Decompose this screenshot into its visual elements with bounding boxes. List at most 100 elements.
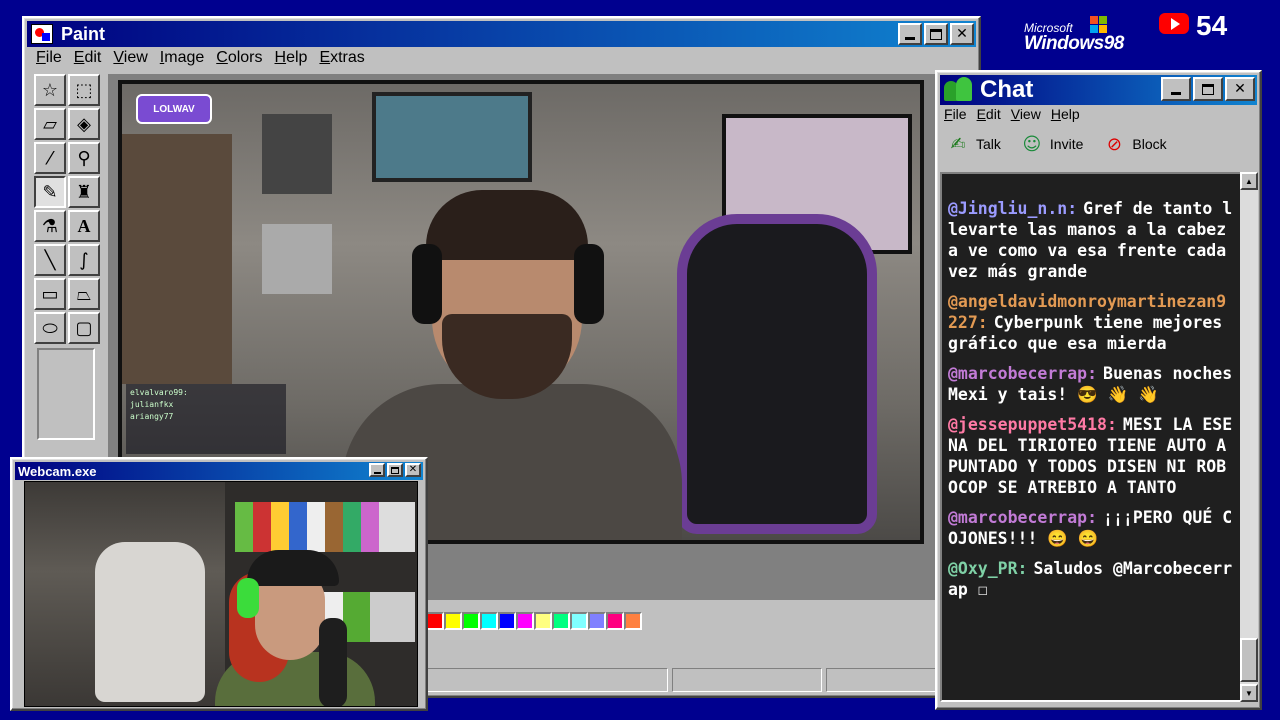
windows98-label: Windows98 [1024, 33, 1124, 54]
invite-button[interactable]: ☺ Invite [1019, 132, 1084, 156]
airbrush-icon[interactable]: ⚗ [34, 210, 66, 242]
menu-view[interactable]: View [107, 49, 153, 67]
chat-message: @Oxy_PR: Saludos @Marcobecerrap ☐ [948, 558, 1234, 600]
scroll-up-button[interactable]: ▲ [1240, 172, 1258, 190]
free-select-icon[interactable]: ☆ [34, 74, 66, 106]
chat-username[interactable]: @marcobecerrap: [948, 364, 1097, 383]
paint-menubar: File Edit View Image Colors Help Extras [30, 49, 371, 67]
color-swatch[interactable] [498, 612, 516, 630]
overlay-chat-line: julianfkx [130, 400, 174, 409]
color-swatch[interactable] [462, 612, 480, 630]
shelf-item [262, 224, 332, 294]
chat-message: @angeldavidmonroymartinezan9227: Cyberpun… [948, 291, 1234, 354]
webcam-person [215, 522, 375, 706]
webcam-window: Webcam.exe ✕ [10, 457, 428, 711]
color-swatch[interactable] [624, 612, 642, 630]
chat-messages[interactable]: @Jingliu_n.n: Gref de tanto llevarte las … [940, 172, 1242, 702]
chat-message: @Jingliu_n.n: Gref de tanto llevarte las … [948, 198, 1234, 282]
color-swatch[interactable] [534, 612, 552, 630]
youtube-viewer-count: 54 [1196, 10, 1228, 41]
overlay-chat-line: elvalvaro99: [130, 388, 188, 397]
chat-menu-file[interactable]: File [939, 106, 972, 122]
brush-icon[interactable]: ♜ [68, 176, 100, 208]
color-swatch[interactable] [570, 612, 588, 630]
paint-app-icon [31, 24, 53, 44]
menu-extras[interactable]: Extras [313, 49, 370, 67]
status-cell [672, 668, 822, 692]
eraser-icon[interactable]: ▱ [34, 108, 66, 140]
scroll-down-button[interactable]: ▼ [1240, 684, 1258, 702]
chat-titlebar[interactable]: Chat ✕ [940, 75, 1257, 105]
paint-close-button[interactable]: ✕ [950, 23, 974, 45]
paint-titlebar[interactable]: Paint ✕ [27, 21, 976, 47]
color-swatch[interactable] [480, 612, 498, 630]
paint-minimize-button[interactable] [898, 23, 922, 45]
pencil-icon[interactable]: ✎ [34, 176, 66, 208]
chat-menu-edit[interactable]: Edit [972, 106, 1006, 122]
chat-menu-view[interactable]: View [1006, 106, 1046, 122]
menu-colors[interactable]: Colors [210, 49, 268, 67]
text-icon[interactable]: A [68, 210, 100, 242]
color-swatch[interactable] [588, 612, 606, 630]
color-palette [426, 612, 642, 630]
chat-menu-help[interactable]: Help [1046, 106, 1085, 122]
webcam-titlebar[interactable]: Webcam.exe ✕ [15, 462, 423, 480]
rect-select-icon[interactable]: ⬚ [68, 74, 100, 106]
line-icon[interactable]: ╲ [34, 244, 66, 276]
curve-icon[interactable]: ∫ [68, 244, 100, 276]
block-icon: ⊘ [1106, 133, 1122, 155]
menu-file[interactable]: File [30, 49, 68, 67]
magnifier-icon[interactable]: ⚲ [68, 142, 100, 174]
chat-scrollbar[interactable]: ▲ ▼ [1240, 172, 1258, 702]
webcam-close-button[interactable]: ✕ [405, 463, 421, 477]
scroll-thumb[interactable] [1240, 638, 1258, 682]
chat-menubar: File Edit View Help [939, 106, 1085, 122]
paint-maximize-button[interactable] [924, 23, 948, 45]
color-swatch[interactable] [516, 612, 534, 630]
talk-label: Talk [976, 136, 1001, 152]
color-picker-icon[interactable]: ⁄ [34, 142, 66, 174]
paint-toolbox: ☆ ⬚ ▱ ◈ ⁄ ⚲ ✎ ♜ ⚗ A ╲ ∫ ▭ ⏢ ⬭ ▢ [34, 74, 100, 440]
paint-title: Paint [61, 23, 106, 44]
menu-help[interactable]: Help [269, 49, 314, 67]
overlay-chat-line: ariangy77 [130, 412, 174, 421]
chat-people-icon [944, 77, 974, 103]
webcam-minimize-button[interactable] [369, 463, 385, 477]
figure-shelf [122, 134, 232, 384]
gaming-chair [677, 214, 877, 534]
tool-options-panel[interactable] [37, 348, 95, 440]
color-swatch[interactable] [552, 612, 570, 630]
rectangle-icon[interactable]: ▭ [34, 278, 66, 310]
color-swatch[interactable] [426, 612, 444, 630]
chat-minimize-button[interactable] [1161, 77, 1191, 101]
polygon-icon[interactable]: ⏢ [68, 278, 100, 310]
color-swatch[interactable] [606, 612, 624, 630]
block-button[interactable]: ⊘ Block [1101, 132, 1167, 156]
color-swatch[interactable] [444, 612, 462, 630]
stream-logo: LOLWAV [136, 94, 212, 124]
fill-icon[interactable]: ◈ [68, 108, 100, 140]
chat-close-button[interactable]: ✕ [1225, 77, 1255, 101]
ellipse-icon[interactable]: ⬭ [34, 312, 66, 344]
chat-toolbar: ✍ Talk ☺ Invite ⊘ Block [945, 132, 1167, 156]
wall-poster [372, 92, 532, 182]
invite-label: Invite [1049, 136, 1084, 152]
chat-maximize-button[interactable] [1193, 77, 1223, 101]
chat-username[interactable]: @marcobecerrap: [948, 508, 1097, 527]
chat-window: Chat ✕ File Edit View Help ✍ Talk ☺ Invi… [935, 70, 1262, 710]
chat-text: Cyberpunk tiene mejores gráfico que esa … [948, 313, 1223, 353]
rounded-rect-icon[interactable]: ▢ [68, 312, 100, 344]
chat-username[interactable]: @Jingliu_n.n: [948, 199, 1077, 218]
menu-image[interactable]: Image [154, 49, 210, 67]
chat-message: @marcobecerrap: Buenas noches Mexi y tais… [948, 363, 1234, 405]
chat-message: @jessepuppet5418: MESI LA ESENA DEL TIRIO… [948, 414, 1234, 498]
block-label: Block [1132, 136, 1167, 152]
chat-username[interactable]: @jessepuppet5418: [948, 415, 1117, 434]
webcam-maximize-button[interactable] [387, 463, 403, 477]
chat-username[interactable]: @Oxy_PR: [948, 559, 1027, 578]
webcam-title: Webcam.exe [18, 463, 97, 479]
talk-button[interactable]: ✍ Talk [945, 132, 1001, 156]
stream-overlay-chat: elvalvaro99: julianfkx ariangy77 [126, 384, 286, 454]
menu-edit[interactable]: Edit [68, 49, 108, 67]
chat-title: Chat [980, 76, 1034, 103]
